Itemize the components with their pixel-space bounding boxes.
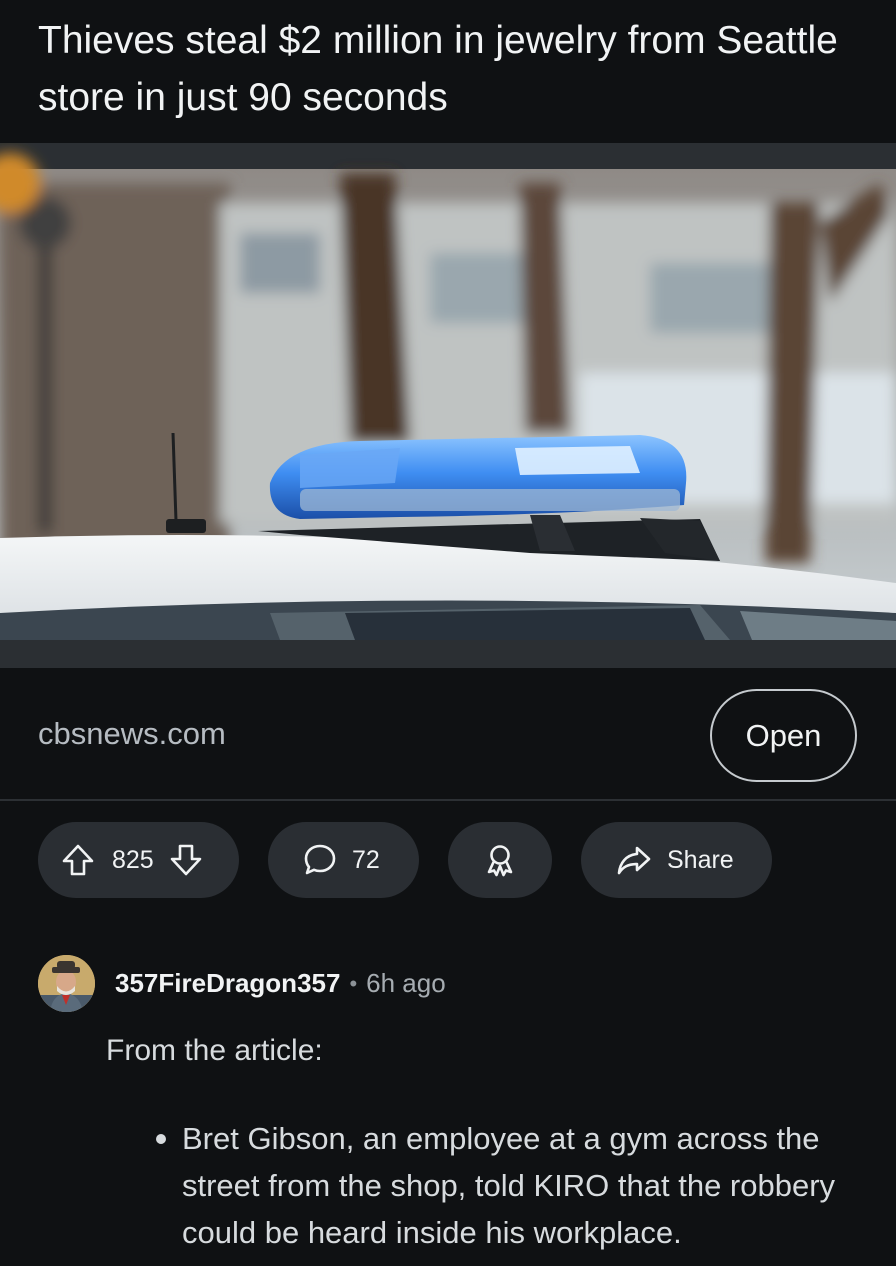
comment-username[interactable]: 357FireDragon357: [115, 968, 340, 999]
share-arrow-icon: [615, 842, 653, 878]
bullet-dot: [156, 1134, 166, 1144]
comment-bullet-list: Bret Gibson, an employee at a gym across…: [150, 1115, 850, 1256]
share-button[interactable]: Share: [581, 822, 772, 898]
vote-control: 825: [38, 822, 239, 898]
open-link-button[interactable]: Open: [710, 689, 857, 782]
upvote-icon[interactable]: [60, 842, 96, 878]
downvote-icon[interactable]: [168, 842, 204, 878]
link-preview-row: cbsnews.com Open: [0, 668, 896, 801]
list-item: Bret Gibson, an employee at a gym across…: [150, 1115, 850, 1256]
vote-count: 825: [112, 845, 154, 874]
comment-meta: 357FireDragon357 • 6h ago: [115, 968, 446, 999]
link-domain[interactable]: cbsnews.com: [38, 716, 226, 752]
comment-count: 72: [352, 845, 380, 874]
post-title[interactable]: Thieves steal $2 million in jewelry from…: [38, 12, 838, 126]
comments-button[interactable]: 72: [268, 822, 419, 898]
post-action-bar: 825 72 Share: [0, 822, 896, 898]
post-page: Thieves steal $2 million in jewelry from…: [0, 0, 896, 1266]
avatar[interactable]: [38, 955, 95, 1012]
comment-timestamp: 6h ago: [366, 968, 446, 998]
police-car-photo: [0, 143, 896, 668]
comment-lead-text: From the article:: [106, 1034, 323, 1067]
meta-separator: •: [349, 970, 358, 996]
speech-bubble-icon: [302, 842, 338, 878]
share-label: Share: [667, 845, 734, 874]
award-button[interactable]: [448, 822, 552, 898]
bullet-text: Bret Gibson, an employee at a gym across…: [182, 1121, 836, 1250]
award-icon: [482, 842, 518, 878]
post-image[interactable]: [0, 143, 896, 668]
